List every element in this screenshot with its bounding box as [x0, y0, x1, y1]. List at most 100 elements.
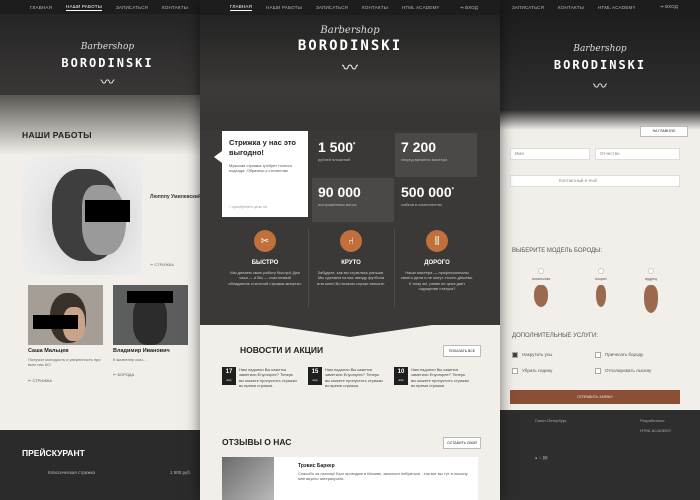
login-link[interactable]: ⇥ Вход [660, 4, 692, 10]
stat-label: лайков в компонентах [401, 202, 443, 207]
center-nav: Главная Наши работы Записаться Контакты … [200, 0, 500, 15]
nav-item[interactable]: HTML Academy [402, 5, 440, 10]
radio-icon [598, 268, 604, 274]
nav-item-active[interactable]: Главная [230, 4, 253, 11]
scissors-icon: ✂ [254, 230, 276, 252]
price-title: ПРЕЙСКУРАНТ [22, 448, 85, 458]
news-text: Нам надоели Вы кажется заметили Enyorspe… [411, 367, 469, 389]
beard-label: вокрин [595, 277, 607, 281]
nav-item[interactable]: Записаться [116, 5, 148, 10]
login-link[interactable]: ⇥ Вход [460, 5, 492, 11]
stat-number: 1 500 [318, 139, 354, 155]
left-page-preview: Главная Наши работы Записаться Контакты … [0, 0, 215, 500]
footer-dev-label: Разработано: [640, 418, 665, 423]
promo-card: Стрижка у нас это выгодно! Мужская стриж… [214, 131, 308, 217]
promo-checkbox[interactable]: □ приобретите цены на [229, 205, 267, 209]
work-name: Люпппу Умилевский [150, 194, 201, 200]
promo-text: Мужская стрижка требует точного подхода.… [229, 162, 293, 173]
feature-title: БЫСТРО [251, 260, 279, 266]
mustache-icon: 〰 [593, 78, 607, 94]
right-nav: Записаться Контакты HTML Academy ⇥ Вход [490, 0, 700, 14]
beard-option[interactable]: вокрин [590, 268, 612, 307]
nav-item[interactable]: Записаться [316, 5, 348, 10]
beard-icon [534, 285, 548, 307]
news-date: 15 апр [308, 367, 322, 385]
feature-text: Забудьте, как вы стриглись раньше. Мы сд… [317, 270, 385, 286]
section-title: НАШИ РАБОТЫ [22, 130, 92, 140]
beard-section-title: ВЫБЕРИТЕ МОДЕЛЬ БОРОДЫ: [512, 248, 603, 254]
leave-review-button[interactable]: Оставить свой [443, 437, 481, 449]
logo-main: BORODINSKI [553, 58, 647, 72]
feature-fast: ✂ БЫСТРО Мы делаем свою работу быстро! Д… [222, 230, 308, 286]
promo-title: Стрижка у нас это выгодно! [229, 138, 297, 157]
right-page-preview: Записаться Контакты HTML Academy ⇥ Вход … [490, 0, 700, 500]
patronymic-field[interactable]: Отчество [595, 148, 680, 160]
price-section [0, 430, 215, 500]
nav-item-active[interactable]: Наши работы [66, 4, 102, 11]
stat-item: 1 500* рублей вложений [312, 133, 394, 177]
extra-checkbox[interactable]: Причесать бороду [595, 352, 643, 358]
beard-option[interactable]: эспаньолка [530, 268, 552, 307]
extra-checkbox[interactable]: Накрутить усы [512, 352, 552, 358]
stat-item: 90 000 пострижённых волос [312, 178, 394, 222]
news-title: НОВОСТИ И АКЦИИ [240, 345, 324, 355]
beard-option[interactable]: мудрец [640, 268, 662, 313]
work-card[interactable]: Саша Мальцев Получил молодость и уверенн… [28, 285, 103, 415]
show-all-news-button[interactable]: Показать все [443, 345, 481, 357]
beard-icon [644, 285, 658, 313]
work-card-name: Владимир Иванович [113, 348, 170, 354]
feature-title: КРУТО [341, 260, 361, 266]
news-date: 17 апр [222, 367, 236, 385]
center-page-preview: Главная Наши работы Записаться Контакты … [200, 0, 500, 500]
work-card-tag: ✂ СТРИЖКА [28, 377, 52, 383]
logo-script: Barbershop [573, 44, 627, 54]
radio-icon [538, 268, 544, 274]
header-fade [0, 95, 215, 155]
logo-script: Barbershop [80, 42, 135, 52]
nav-item[interactable]: Записаться [512, 5, 544, 10]
radio-icon [648, 268, 654, 274]
footer-dev-name[interactable]: HTML ACADEMY [640, 428, 671, 433]
feature-text: Наши мастера — профессионалы своего дела… [400, 270, 474, 292]
review-card: Трэвис Баркер Спасибо за лысину! Был про… [222, 457, 478, 500]
email-field[interactable]: Контактный e-mail [510, 175, 680, 187]
nav-item[interactable]: Наши работы [266, 5, 302, 10]
logo-main: BORODINSKI [297, 38, 403, 54]
work-card-tag: ✂ БОРОДА [113, 372, 135, 378]
price-row-value: 1 500 руб. [170, 470, 192, 475]
reviewer-name: Трэвис Баркер [298, 463, 335, 469]
work-card[interactable]: Владимир Иванович К жизненну сказ… ✂ БОР… [113, 285, 188, 415]
feature-text: Мы делаем свою работу быстро! Два часа —… [228, 270, 302, 286]
section-arrow [200, 315, 500, 337]
reviews-title: ОТЗЫВЫ О НАС [222, 437, 292, 447]
nav-item[interactable]: Контакты [362, 5, 388, 10]
chair-icon: ⑁ [340, 230, 362, 252]
nav-item[interactable]: HTML Academy [598, 5, 636, 10]
work-tag: ✂ СТРИЖКА [150, 262, 174, 267]
social-icons[interactable]: ▪ ◦ ✉ [535, 455, 548, 462]
review-text: Спасибо за лысину! Был проездом в Москве… [298, 471, 468, 482]
footer [490, 410, 700, 500]
feature-expensive: ⫼ ДОРОГО Наши мастера — профессионалы св… [394, 230, 480, 292]
news-text: Нам надоели Вы кажется заметили Enyorspe… [325, 367, 383, 389]
back-to-home-button[interactable]: На главную [640, 126, 688, 137]
nav-item[interactable]: Контакты [558, 5, 584, 10]
stat-label: секунд времени мастера [401, 157, 448, 162]
stat-item: 500 000* лайков в компонентах [395, 178, 477, 222]
stat-number: 7 200 [401, 139, 437, 155]
feature-title: ДОРОГО [424, 260, 450, 266]
stat-item: 7 200 секунд времени мастера [395, 133, 477, 177]
name-field[interactable]: Имя [510, 148, 590, 160]
stat-number: 500 000 [401, 184, 452, 200]
work-card-name: Саша Мальцев [28, 348, 69, 354]
extra-checkbox[interactable]: Убрать седину [512, 368, 552, 374]
footer-address: Санкт-Петербург, [535, 418, 567, 423]
news-date: 10 апр [394, 367, 408, 385]
logo-script: Barbershop [320, 25, 380, 36]
nav-item[interactable]: Главная [30, 5, 52, 10]
submit-button[interactable]: Отправить заявку [510, 390, 680, 404]
censor-bar [85, 200, 130, 222]
extras-section-title: ДОПОЛНИТЕЛЬНЫЕ УСЛУГИ: [512, 333, 599, 339]
extra-checkbox[interactable]: Отполировать лысину [595, 368, 651, 374]
nav-item[interactable]: Контакты [162, 5, 188, 10]
